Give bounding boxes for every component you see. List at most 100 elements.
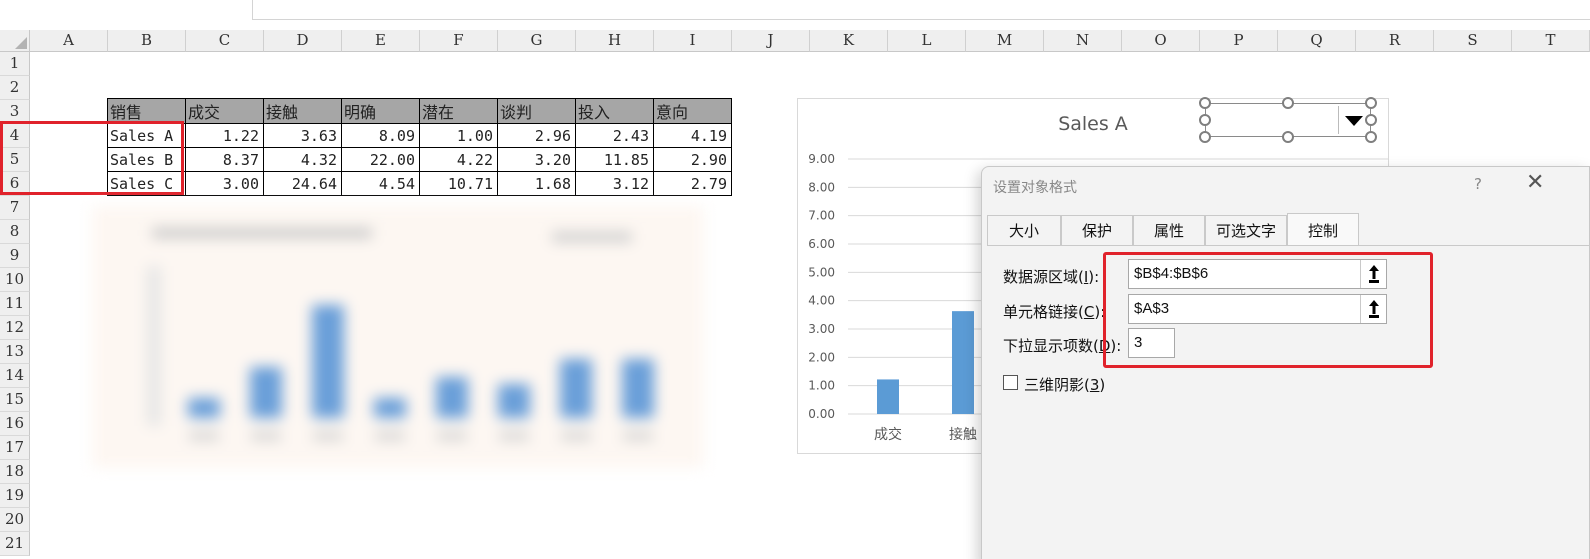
resize-handle[interactable] <box>1199 131 1211 143</box>
column-header[interactable]: J <box>732 30 810 52</box>
row-header[interactable]: 9 <box>0 244 30 268</box>
value-cell[interactable]: 2.43 <box>575 123 654 148</box>
value-cell[interactable]: 4.22 <box>419 147 498 172</box>
column-header[interactable]: Q <box>1278 30 1356 52</box>
row-header[interactable]: 11 <box>0 292 30 316</box>
column-header[interactable]: H <box>576 30 654 52</box>
highlight-box-rows <box>0 121 184 195</box>
value-cell[interactable]: 1.00 <box>419 123 498 148</box>
table-header-cell[interactable]: 接触 <box>263 98 342 124</box>
select-all-corner[interactable] <box>0 30 30 52</box>
column-header[interactable]: E <box>342 30 420 52</box>
y-tick-label: 5.00 <box>808 265 835 279</box>
row-header[interactable]: 16 <box>0 412 30 436</box>
blurred-bar <box>374 398 406 418</box>
resize-handle[interactable] <box>1365 131 1377 143</box>
row-header[interactable]: 21 <box>0 532 30 556</box>
tab-protection[interactable]: 保护 <box>1061 215 1133 245</box>
table-row: Sales A 1.22 3.63 8.09 1.00 2.96 2.43 4.… <box>107 123 732 148</box>
value-cell[interactable]: 24.64 <box>263 171 342 196</box>
value-cell[interactable]: 2.96 <box>497 123 576 148</box>
3d-shading-label[interactable]: 三维阴影(3) <box>1024 374 1105 395</box>
chart-title: Sales A <box>1058 113 1128 135</box>
table-header-cell[interactable]: 投入 <box>575 98 654 124</box>
value-cell[interactable]: 8.09 <box>341 123 420 148</box>
row-header[interactable]: 14 <box>0 364 30 388</box>
tab-control[interactable]: 控制 <box>1287 213 1359 245</box>
value-cell[interactable]: 8.37 <box>185 147 264 172</box>
column-header[interactable]: K <box>810 30 888 52</box>
column-header[interactable]: N <box>1044 30 1122 52</box>
tab-size[interactable]: 大小 <box>987 215 1061 245</box>
row-header[interactable]: 19 <box>0 484 30 508</box>
resize-handle[interactable] <box>1365 97 1377 109</box>
column-header[interactable]: F <box>420 30 498 52</box>
column-header[interactable]: P <box>1200 30 1278 52</box>
table-header-cell[interactable]: 明确 <box>341 98 420 124</box>
blurred-bar <box>622 359 654 418</box>
column-header[interactable]: C <box>186 30 264 52</box>
column-header[interactable]: S <box>1434 30 1512 52</box>
tab-properties[interactable]: 属性 <box>1133 215 1205 245</box>
value-cell[interactable]: 3.00 <box>185 171 264 196</box>
close-icon[interactable]: ✕ <box>1526 171 1544 195</box>
column-header[interactable]: R <box>1356 30 1434 52</box>
value-cell[interactable]: 11.85 <box>575 147 654 172</box>
value-cell[interactable]: 4.19 <box>653 123 732 148</box>
value-cell[interactable]: 4.32 <box>263 147 342 172</box>
column-header[interactable]: G <box>498 30 576 52</box>
chart-bar[interactable] <box>877 379 899 414</box>
row-header[interactable]: 12 <box>0 316 30 340</box>
table-header-cell[interactable]: 销售 <box>107 98 186 124</box>
dialog-title: 设置对象格式 <box>993 180 1077 196</box>
value-cell[interactable]: 3.20 <box>497 147 576 172</box>
row-header[interactable]: 15 <box>0 388 30 412</box>
3d-shading-checkbox[interactable] <box>1003 375 1018 390</box>
tab-alt-text[interactable]: 可选文字 <box>1205 215 1287 245</box>
value-cell[interactable]: 2.79 <box>653 171 732 196</box>
column-header[interactable]: A <box>30 30 108 52</box>
value-cell[interactable]: 3.63 <box>263 123 342 148</box>
resize-handle[interactable] <box>1199 97 1211 109</box>
resize-handle[interactable] <box>1282 97 1294 109</box>
column-header[interactable]: I <box>654 30 732 52</box>
resize-handle[interactable] <box>1199 114 1211 126</box>
sales-table: 销售 成交 接触 明确 潜在 谈判 投入 意向 Sales A 1.22 3.6… <box>107 98 732 196</box>
value-cell[interactable]: 1.68 <box>497 171 576 196</box>
column-header[interactable]: O <box>1122 30 1200 52</box>
row-header[interactable]: 1 <box>0 52 30 76</box>
row-header[interactable]: 2 <box>0 76 30 100</box>
table-header-cell[interactable]: 意向 <box>653 98 732 124</box>
value-cell[interactable]: 2.90 <box>653 147 732 172</box>
row-header[interactable]: 18 <box>0 460 30 484</box>
row-header[interactable]: 7 <box>0 196 30 220</box>
column-header[interactable]: T <box>1512 30 1590 52</box>
row-header[interactable]: 13 <box>0 340 30 364</box>
table-header-cell[interactable]: 成交 <box>185 98 264 124</box>
column-header[interactable]: D <box>264 30 342 52</box>
help-icon[interactable]: ? <box>1474 175 1482 193</box>
combo-dropdown-button[interactable] <box>1338 106 1368 134</box>
chart-bar[interactable] <box>952 311 974 414</box>
formula-input[interactable] <box>252 0 1590 20</box>
blurred-x-label <box>251 432 281 440</box>
value-cell[interactable]: 10.71 <box>419 171 498 196</box>
row-header[interactable]: 10 <box>0 268 30 292</box>
table-header-cell[interactable]: 潜在 <box>419 98 498 124</box>
resize-handle[interactable] <box>1365 114 1377 126</box>
column-header[interactable]: M <box>966 30 1044 52</box>
column-header[interactable]: L <box>888 30 966 52</box>
resize-handle[interactable] <box>1282 131 1294 143</box>
table-header-cell[interactable]: 谈判 <box>497 98 576 124</box>
row-header[interactable]: 20 <box>0 508 30 532</box>
value-cell[interactable]: 22.00 <box>341 147 420 172</box>
value-cell[interactable]: 4.54 <box>341 171 420 196</box>
column-header[interactable]: B <box>108 30 186 52</box>
y-tick-label: 7.00 <box>808 209 835 223</box>
value-cell[interactable]: 3.12 <box>575 171 654 196</box>
value-cell[interactable]: 1.22 <box>185 123 264 148</box>
row-header[interactable]: 8 <box>0 220 30 244</box>
row-header[interactable]: 17 <box>0 436 30 460</box>
table-row: Sales C 3.00 24.64 4.54 10.71 1.68 3.12 … <box>107 171 732 196</box>
cell-link-label: 单元格链接(C): <box>1003 303 1106 321</box>
